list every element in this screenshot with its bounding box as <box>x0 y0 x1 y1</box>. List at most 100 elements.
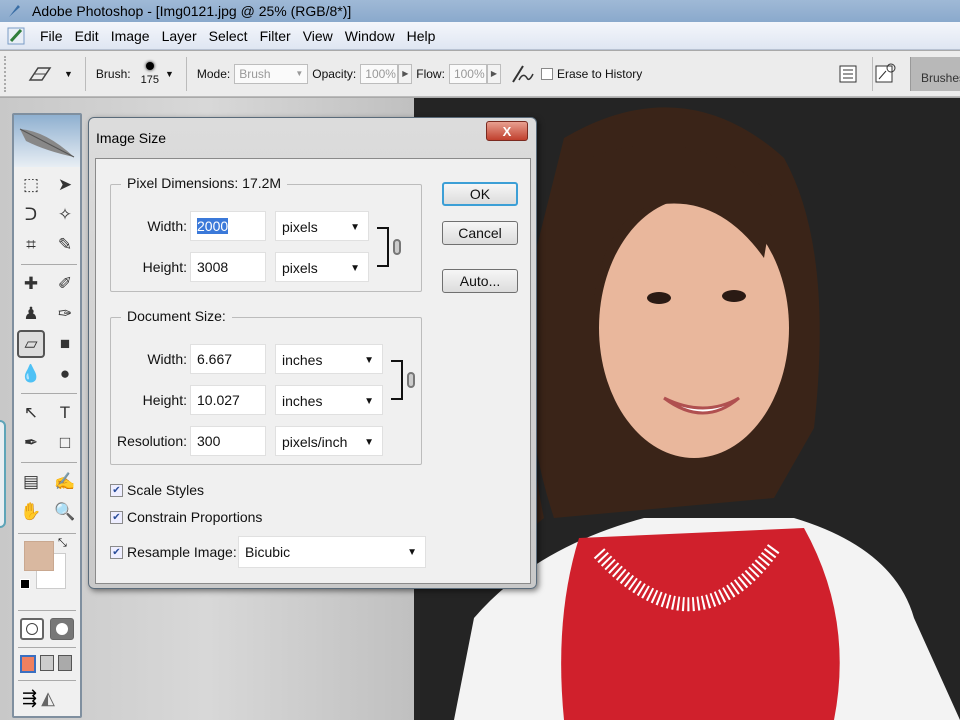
brushes-palette-tab[interactable]: Brushes <box>910 57 960 91</box>
link-bracket <box>377 227 389 267</box>
full-screen-mode-button[interactable] <box>58 655 72 671</box>
foreground-color-swatch[interactable] <box>24 541 54 571</box>
imageready-logo-icon: ◭ <box>41 688 55 708</box>
mask-mode-group <box>14 614 80 644</box>
eraser-icon[interactable] <box>24 62 58 86</box>
doc-width-input[interactable]: 6.667 <box>190 344 266 374</box>
zoom-icon: 🔍 <box>54 502 76 521</box>
cancel-button[interactable]: Cancel <box>442 221 518 245</box>
options-bar-grip[interactable] <box>4 55 10 92</box>
pixel-width-input[interactable]: 2000 <box>190 211 266 241</box>
file-browser-icon[interactable] <box>874 62 898 86</box>
brush-picker-caret[interactable]: ▼ <box>165 69 174 79</box>
circle-icon <box>56 623 68 635</box>
default-colors-icon[interactable] <box>20 579 30 589</box>
quick-mask-button[interactable] <box>50 618 74 640</box>
resample-image-checkbox[interactable]: ✔ <box>110 545 123 559</box>
menu-edit[interactable]: Edit <box>69 28 105 44</box>
ok-button[interactable]: OK <box>442 182 518 206</box>
menu-view[interactable]: View <box>297 28 339 44</box>
tool-brush[interactable]: ✐ <box>51 270 79 298</box>
standard-screen-mode-button[interactable] <box>20 655 36 673</box>
tool-blur[interactable]: 💧 <box>17 360 45 388</box>
auto-button[interactable]: Auto... <box>442 269 518 293</box>
color-swatches: ⤡ <box>14 537 80 607</box>
tool-eraser[interactable]: ▱ <box>17 330 45 358</box>
options-bar: ▼ Brush: 175 ▼ Mode: Brush ▼ Opacity: 100… <box>0 51 960 97</box>
menu-window[interactable]: Window <box>339 28 401 44</box>
resample-image-row[interactable]: ✔ Resample Image: <box>110 544 237 560</box>
tool-move[interactable]: ➤ <box>51 171 79 199</box>
tool-healing-brush[interactable]: ✚ <box>17 270 45 298</box>
tool-eyedropper[interactable]: ✍ <box>51 468 79 496</box>
resolution-value: 300 <box>197 433 221 449</box>
opacity-slider-button[interactable]: ▶ <box>398 63 413 84</box>
separator <box>18 680 76 681</box>
doc-height-unit-select[interactable]: inches ▼ <box>275 385 383 415</box>
tool-slice[interactable]: ✎ <box>51 231 79 259</box>
flow-value: 100% <box>453 66 485 81</box>
pixel-width-unit-select[interactable]: pixels ▼ <box>275 211 369 241</box>
history-brush-icon: ✑ <box>57 304 73 323</box>
tool-magic-wand[interactable]: ✧ <box>51 201 79 229</box>
swap-colors-icon[interactable]: ⤡ <box>58 537 67 550</box>
tool-path-selection[interactable]: ↖ <box>17 399 45 427</box>
tool-clone-stamp[interactable]: ♟ <box>17 300 45 328</box>
flow-input[interactable]: 100% <box>448 63 487 84</box>
brush-size: 175 <box>140 73 159 86</box>
title-bar: Adobe Photoshop - [Img0121.jpg @ 25% (RG… <box>0 0 960 22</box>
doc-height-input[interactable]: 10.027 <box>190 385 266 415</box>
menu-layer[interactable]: Layer <box>156 28 203 44</box>
tool-marquee[interactable]: ⬚ <box>17 171 45 199</box>
airbrush-icon[interactable] <box>509 62 537 86</box>
tool-zoom[interactable]: 🔍 <box>51 498 79 526</box>
menu-image[interactable]: Image <box>105 28 156 44</box>
menu-select[interactable]: Select <box>203 28 254 44</box>
tool-type[interactable]: T <box>51 399 79 427</box>
menu-filter[interactable]: Filter <box>254 28 297 44</box>
jump-to-imageready-icon[interactable]: ⇶ <box>22 688 37 709</box>
opacity-input[interactable]: 100% <box>360 63 399 84</box>
tool-dodge[interactable]: ● <box>51 360 79 388</box>
tool-hand[interactable]: ✋ <box>17 498 45 526</box>
constrain-proportions-checkbox[interactable]: ✔ <box>110 510 123 524</box>
scale-styles-checkbox[interactable]: ✔ <box>110 483 123 497</box>
photoshop-logo-icon[interactable] <box>6 25 28 47</box>
collapsed-panel-edge[interactable] <box>0 420 6 528</box>
resolution-input[interactable]: 300 <box>190 426 266 456</box>
menu-file[interactable]: File <box>34 28 69 44</box>
resample-method-value: Bicubic <box>245 544 291 560</box>
tool-shape[interactable]: □ <box>51 429 79 457</box>
tool-history-brush[interactable]: ✑ <box>51 300 79 328</box>
tool-lasso[interactable]: ᑐ <box>17 201 45 229</box>
doc-width-unit-select[interactable]: inches ▼ <box>275 344 383 374</box>
tool-notes[interactable]: ▤ <box>17 468 45 496</box>
chain-link-icon <box>393 239 401 255</box>
tool-crop[interactable]: ⌗ <box>17 231 45 259</box>
tool-preset-caret[interactable]: ▼ <box>64 69 73 79</box>
separator <box>21 393 77 394</box>
menu-bar: File Edit Image Layer Select Filter View… <box>0 22 960 50</box>
flow-slider-button[interactable]: ▶ <box>486 63 501 84</box>
resolution-unit-select[interactable]: pixels/inch ▼ <box>275 426 383 456</box>
resample-method-select[interactable]: Bicubic ▼ <box>238 536 426 568</box>
palette-well-icon[interactable] <box>838 64 858 84</box>
chevron-down-icon: ▼ <box>364 437 374 448</box>
tool-pen[interactable]: ✒ <box>17 429 45 457</box>
brush-picker[interactable]: 175 <box>140 61 159 86</box>
scale-styles-row[interactable]: ✔ Scale Styles <box>110 482 204 498</box>
resample-image-label: Resample Image: <box>127 544 237 560</box>
notes-icon: ▤ <box>22 472 40 491</box>
full-screen-menu-mode-button[interactable] <box>40 655 54 671</box>
mode-select[interactable]: Brush ▼ <box>234 63 309 84</box>
erase-to-history-checkbox[interactable] <box>540 67 553 80</box>
close-button[interactable]: X <box>486 121 528 141</box>
tool-gradient[interactable]: ■ <box>51 330 79 358</box>
pixel-height-unit-select[interactable]: pixels ▼ <box>275 252 369 282</box>
menu-help[interactable]: Help <box>401 28 442 44</box>
chevron-down-icon: ▼ <box>350 222 360 233</box>
pixel-height-input[interactable]: 3008 <box>190 252 266 282</box>
constrain-proportions-row[interactable]: ✔ Constrain Proportions <box>110 509 262 525</box>
toolbox-header[interactable] <box>14 115 80 167</box>
standard-mode-button[interactable] <box>20 618 44 640</box>
